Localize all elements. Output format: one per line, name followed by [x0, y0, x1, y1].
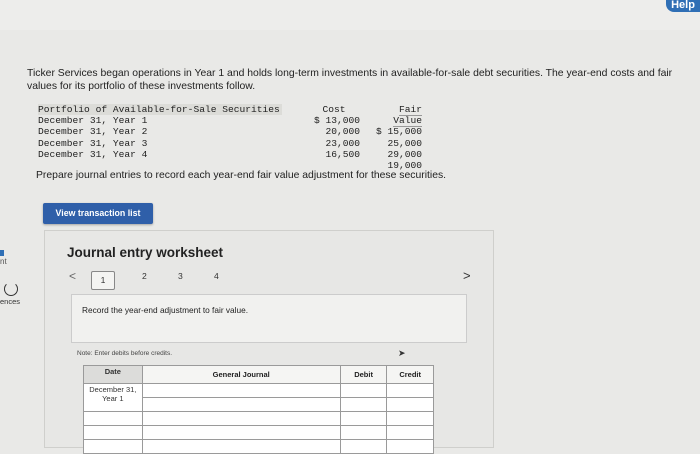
mouse-cursor-icon: ➤	[398, 348, 406, 358]
credit-input[interactable]	[386, 383, 434, 398]
portfolio-fair-column: Fair Value $ 15,000 25,000 29,000 19,000	[370, 104, 422, 171]
portfolio-row-label: December 31, Year 1	[38, 115, 148, 127]
page-tab-3[interactable]: 3	[178, 271, 183, 281]
date-cell: December 31, Year 1	[83, 383, 143, 412]
journal-row	[83, 425, 434, 440]
account-input[interactable]	[141, 439, 341, 454]
view-transaction-list-button[interactable]: View transaction list	[43, 203, 153, 224]
page-tab-4[interactable]: 4	[214, 271, 219, 281]
debit-input[interactable]	[339, 411, 388, 426]
help-button[interactable]: Help	[666, 0, 700, 12]
problem-text: Ticker Services began operations in Year…	[27, 68, 673, 92]
next-page-icon[interactable]: >	[463, 268, 471, 283]
account-input[interactable]	[141, 383, 341, 398]
journal-row	[83, 439, 434, 454]
credit-input[interactable]	[386, 425, 434, 440]
date-input[interactable]	[83, 411, 143, 426]
date-input[interactable]	[83, 425, 143, 440]
debit-input[interactable]	[339, 397, 388, 412]
top-strip	[0, 0, 700, 30]
page-tab-1[interactable]: 1	[91, 271, 115, 290]
rail-label-top: nt	[0, 257, 7, 266]
debit-input[interactable]	[339, 383, 388, 398]
rail-marker	[0, 250, 4, 256]
portfolio-header-label: Portfolio of Available-for-Sale Securiti…	[38, 104, 282, 115]
journal-row	[83, 411, 434, 426]
portfolio-row-label: December 31, Year 3	[38, 137, 148, 149]
prev-page-icon[interactable]: <	[69, 269, 76, 283]
references-icon[interactable]	[4, 282, 18, 296]
portfolio-row-cost: 23,000	[325, 137, 360, 149]
debit-input[interactable]	[339, 439, 388, 454]
credit-input[interactable]	[386, 439, 434, 454]
column-header-credit: Credit	[386, 365, 434, 384]
column-header-date: Date	[83, 365, 143, 384]
portfolio-table: Portfolio of Available-for-Sale Securiti…	[38, 104, 430, 171]
portfolio-row-cost: 20,000	[325, 126, 360, 138]
credit-input[interactable]	[386, 411, 434, 426]
portfolio-header-cost: Cost	[322, 104, 346, 115]
journal-table: Date General Journal Debit Credit Decemb…	[83, 365, 434, 454]
portfolio-cost-column: Cost $ 13,000 20,000 23,000 16,500	[300, 104, 360, 160]
portfolio-row-fair: $ 15,000	[375, 126, 422, 138]
portfolio-row-cost: 16,500	[325, 148, 360, 160]
account-input[interactable]	[141, 397, 341, 412]
debit-input[interactable]	[339, 425, 388, 440]
credit-input[interactable]	[386, 397, 434, 412]
portfolio-header-fair: Fair Value	[393, 104, 422, 128]
entry-note: Note: Enter debits before credits.	[77, 350, 173, 357]
page-tab-2[interactable]: 2	[142, 271, 147, 281]
account-input[interactable]	[141, 411, 341, 426]
portfolio-row-label: December 31, Year 4	[38, 148, 148, 160]
rail-label-references[interactable]: ences	[0, 297, 20, 306]
portfolio-row-cost: $ 13,000	[313, 115, 360, 127]
prompt-text: Prepare journal entries to record each y…	[36, 170, 447, 181]
instruction-text: Record the year-end adjustment to fair v…	[82, 305, 249, 315]
journal-entry-worksheet: Journal entry worksheet < 1 2 3 4 > Reco…	[44, 230, 494, 454]
portfolio-row-label: December 31, Year 2	[38, 126, 148, 138]
left-rail: nt ences	[0, 220, 30, 340]
journal-row: December 31, Year 1	[83, 383, 434, 412]
column-header-general-journal: General Journal	[141, 365, 341, 384]
portfolio-row-fair: 25,000	[387, 137, 422, 149]
portfolio-label-column: Portfolio of Available-for-Sale Securiti…	[38, 104, 288, 160]
column-header-debit: Debit	[339, 365, 388, 384]
portfolio-row-fair: 29,000	[387, 148, 422, 160]
instruction-box: Record the year-end adjustment to fair v…	[71, 294, 467, 343]
worksheet-title: Journal entry worksheet	[67, 245, 224, 260]
date-input[interactable]	[83, 439, 143, 454]
account-input[interactable]	[141, 425, 341, 440]
